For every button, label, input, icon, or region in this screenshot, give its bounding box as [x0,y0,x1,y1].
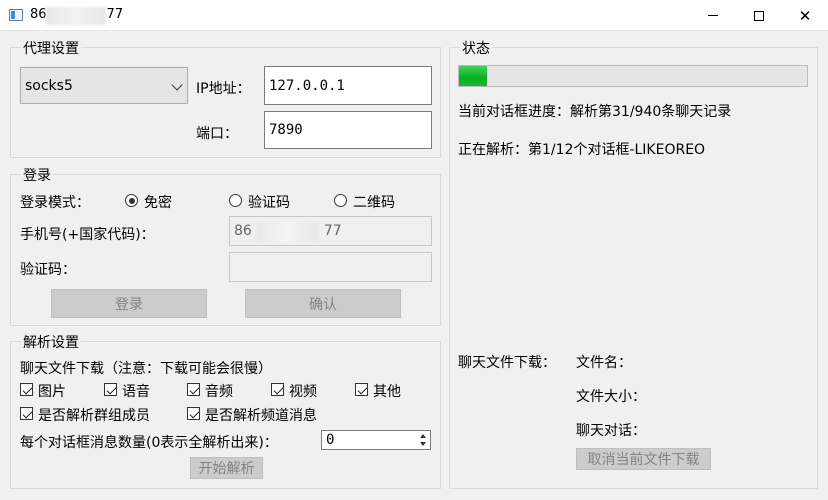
radio-verification-code[interactable] [229,194,242,207]
minimize-icon [708,15,718,16]
checkbox-parse-members-label[interactable]: 是否解析群组成员 [38,405,150,425]
radio-passwordless[interactable] [125,194,138,207]
file-name-label: 文件名： [576,355,632,371]
checkbox-parse-channel-label[interactable]: 是否解析频道消息 [205,405,317,425]
confirm-button[interactable]: 确认 [245,289,401,318]
message-count-spinbox[interactable]: 0 [321,430,431,450]
port-label: 端口： [196,126,238,142]
progress-fill [459,66,487,86]
checkbox-audio[interactable] [187,383,200,396]
phone-input[interactable]: 86 77 [229,216,432,246]
file-size-label: 文件大小： [576,389,646,405]
login-mode-label: 登录模式： [20,195,90,211]
download-label: 聊天文件下载： [458,355,556,371]
title-bar: 86 77 ✕ [0,0,828,31]
checkbox-parse-members[interactable] [20,407,33,420]
radio-qrcode-label[interactable]: 二维码 [353,192,395,212]
parse-progress-bar [458,65,808,87]
login-title: 登录 [21,165,53,185]
checkbox-other-label[interactable]: 其他 [373,381,401,401]
proxy-settings-title: 代理设置 [21,38,81,58]
spin-down-icon[interactable] [417,440,429,448]
checkbox-image-label[interactable]: 图片 [38,381,66,401]
radio-verification-code-label[interactable]: 验证码 [248,192,290,212]
spin-up-icon[interactable] [417,432,429,440]
maximize-button[interactable] [736,0,782,31]
phone-label: 手机号(+国家代码)： [20,227,155,243]
cancel-download-button[interactable]: 取消当前文件下载 [576,448,711,470]
radio-qrcode[interactable] [334,194,347,207]
port-input[interactable]: 7890 [264,111,432,149]
checkbox-video[interactable] [271,383,284,396]
checkbox-voice[interactable] [104,383,117,396]
redacted-mask [256,222,318,242]
maximize-icon [754,10,764,21]
checkbox-parse-channel[interactable] [187,407,200,420]
close-icon: ✕ [798,6,812,25]
parsing-status-text: 正在解析：第1/12个对话框-LIKEOREO [458,142,706,158]
ip-label: IP地址： [196,81,251,97]
chevron-down-icon [171,79,183,91]
proxy-type-select[interactable]: socks5 [20,67,188,104]
verification-code-input[interactable] [229,252,432,282]
close-button[interactable]: ✕ [782,0,828,31]
radio-passwordless-label[interactable]: 免密 [144,192,172,212]
chat-dialog-label: 聊天对话： [576,423,646,439]
parse-settings-title: 解析设置 [21,332,81,352]
message-count-label: 每个对话框消息数量(0表示全解析出来)： [20,435,278,451]
proxy-type-value: socks5 [25,77,73,94]
checkbox-audio-label[interactable]: 音频 [205,381,233,401]
checkbox-other[interactable] [355,383,368,396]
redacted-mask [46,7,106,25]
checkbox-image[interactable] [20,383,33,396]
spinbox-buttons [417,432,429,448]
checkbox-video-label[interactable]: 视频 [289,381,317,401]
minimize-button[interactable] [690,0,736,31]
download-note: 聊天文件下载（注意：下载可能会很慢） [20,361,272,377]
dialog-progress-text: 当前对话框进度：解析第31/940条聊天记录 [458,104,732,120]
code-label: 验证码： [20,262,76,278]
login-button[interactable]: 登录 [51,289,207,318]
checkbox-voice-label[interactable]: 语音 [122,381,150,401]
app-window-icon [9,9,23,21]
start-parse-button[interactable]: 开始解析 [190,457,263,479]
ip-address-input[interactable]: 127.0.0.1 [264,66,432,105]
status-title: 状态 [460,38,492,58]
